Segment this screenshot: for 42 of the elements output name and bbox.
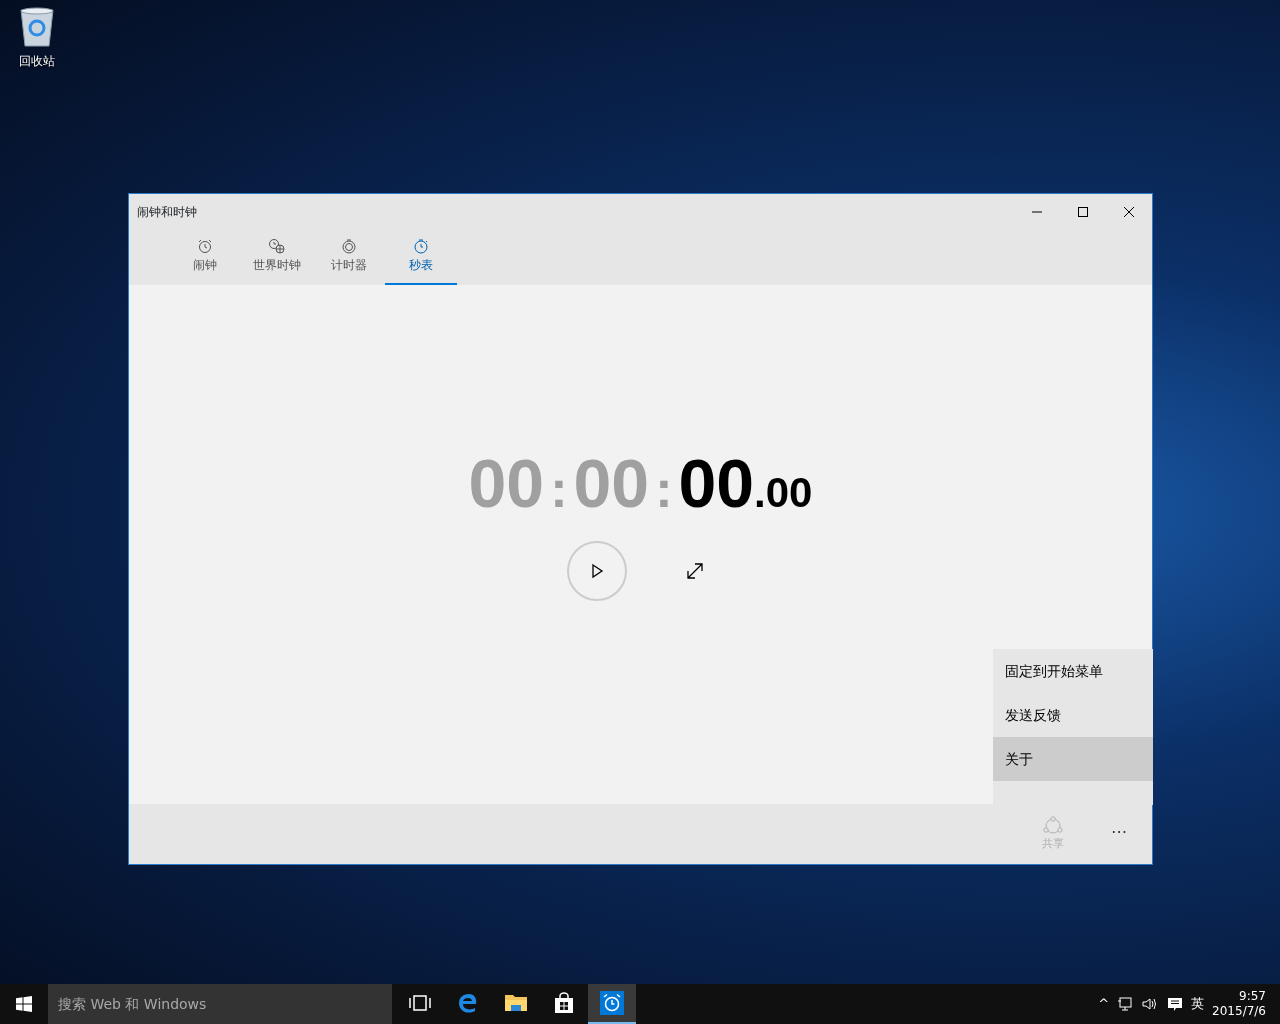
tab[interactable]: 秒表 <box>385 229 457 285</box>
menu-item[interactable]: 发送反馈 <box>993 693 1153 737</box>
stopwatch-digits: 00 <box>678 448 755 517</box>
task-view-icon <box>409 995 431 1011</box>
stopwatch-digits: : <box>549 462 569 515</box>
browser-icon <box>457 992 479 1014</box>
stopwatch-digits: 00 <box>468 448 545 517</box>
window-title: 闹钟和时钟 <box>136 203 198 221</box>
shopping-bag-icon <box>553 992 575 1014</box>
tab[interactable]: 计时器 <box>313 229 385 285</box>
world-clock-icon <box>268 238 286 254</box>
stopwatch-digits: 00 <box>573 448 650 517</box>
tab[interactable]: 闹钟 <box>169 229 241 285</box>
tab[interactable]: 世界时钟 <box>241 229 313 285</box>
folder-icon <box>504 993 528 1013</box>
timer-icon <box>341 238 357 254</box>
desktop-icon-label: 回收站 <box>19 53 55 70</box>
stopwatch-digits: 00 <box>765 471 813 514</box>
stopwatch-icon <box>413 238 429 254</box>
alarm-clock-icon <box>197 238 213 254</box>
clock-date[interactable]: 2015/7/6 <box>1212 1004 1266 1019</box>
taskbar-app-button[interactable] <box>588 984 636 1024</box>
windows-logo-icon <box>16 996 32 1012</box>
show-hidden-icons-button[interactable]: ^ <box>1098 994 1110 1014</box>
search-field[interactable]: 搜索 Web 和 Windows <box>48 984 392 1024</box>
minimize-icon <box>1031 211 1043 213</box>
expand-icon <box>684 560 705 581</box>
menu-item[interactable]: 关于 <box>993 737 1153 781</box>
notification-icon[interactable] <box>1167 996 1184 1012</box>
stopwatch-digits: : <box>654 462 674 515</box>
play-icon <box>589 562 604 579</box>
network-icon[interactable] <box>1117 996 1134 1012</box>
clock-time[interactable]: 9:57 <box>1212 989 1266 1004</box>
share-icon <box>1042 816 1064 836</box>
menu-item[interactable]: 固定到开始菜单 <box>993 649 1153 693</box>
recycle-bin-icon[interactable] <box>17 6 57 48</box>
maximize-icon <box>1078 207 1088 217</box>
input-method-indicator[interactable]: 英 <box>1191 994 1205 1014</box>
close-icon <box>1123 206 1135 218</box>
more-button[interactable]: ⋯ <box>1094 812 1144 852</box>
stopwatch-digits: . <box>754 471 766 514</box>
alarm-clock-icon <box>600 991 624 1015</box>
